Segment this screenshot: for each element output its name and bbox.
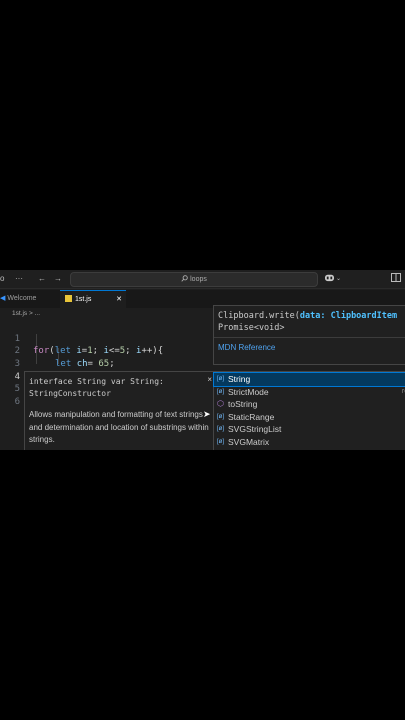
divider — [214, 337, 405, 338]
copilot-icon[interactable] — [324, 273, 335, 284]
suggestion-item[interactable]: [ø] StaticRange — [214, 411, 405, 424]
copilot-chevron-icon[interactable]: ⌄ — [336, 275, 341, 282]
tab-welcome[interactable]: ◀ Welcome — [0, 290, 58, 308]
suggestion-label: StrictMode — [228, 386, 269, 397]
js-file-icon — [65, 295, 72, 302]
method-icon: ⬡ — [217, 399, 224, 408]
suggestion-label: String — [228, 374, 251, 384]
hover-description: Allows manipulation and formatting of te… — [29, 410, 209, 444]
variable-icon: [ø] — [217, 413, 224, 420]
title-bar: o ··· ← → loops ⌄ — [0, 270, 405, 289]
suggestion-label: StaticRange — [228, 411, 275, 422]
layout-icon[interactable] — [391, 273, 401, 284]
editor-window: o ··· ← → loops ⌄ ◀ Welcome 1st.js ✕ 1st.… — [0, 270, 405, 450]
breadcrumb[interactable]: 1st.js > ... — [12, 310, 40, 317]
suggestion-label: SVGStringList — [228, 424, 282, 434]
parameter-signature: Clipboard.write(data: ClipboardItem Promi… — [218, 310, 397, 334]
close-icon[interactable]: × — [207, 375, 212, 384]
hover-documentation: interface String var String: StringConst… — [24, 371, 217, 450]
variable-icon: [ø] — [217, 388, 224, 395]
variable-icon: [ø] — [217, 376, 224, 382]
close-icon[interactable]: ✕ — [116, 291, 122, 309]
more-icon[interactable]: ··· — [15, 274, 23, 283]
suggestion-label: SVGMatrix — [228, 436, 270, 447]
suggestion-label: toString — [228, 399, 258, 409]
mouse-cursor-icon: ➤ — [203, 409, 211, 419]
vscode-icon: ◀ — [0, 295, 6, 302]
suggestion-item[interactable]: ⬡ toString — [214, 398, 405, 411]
search-icon — [181, 275, 188, 282]
title-left-text: o — [0, 274, 5, 283]
variable-icon: [ø] — [217, 426, 224, 432]
back-arrow-icon[interactable]: ← — [38, 274, 46, 283]
suggestion-item[interactable]: [ø] SVGStringList — [214, 423, 405, 436]
forward-arrow-icon[interactable]: → — [54, 274, 62, 283]
command-search-box[interactable]: loops — [70, 272, 318, 287]
mdn-reference-link[interactable]: MDN Reference — [218, 343, 275, 352]
suggestion-list: [ø] String [ø] StrictMode rea ⬡ toString… — [213, 371, 405, 450]
tab-1st-js[interactable]: 1st.js ✕ — [60, 290, 126, 309]
search-text: loops — [190, 276, 207, 283]
suggestion-item[interactable]: [ø] SVGMatrix — [214, 436, 405, 449]
hover-signature: interface String var String: StringConst… — [29, 377, 164, 398]
tab-label: Welcome — [7, 295, 37, 302]
variable-icon: [ø] — [217, 438, 224, 445]
suggestion-item[interactable]: [ø] StrictMode rea — [214, 386, 405, 399]
active-parameter: data: ClipboardItem — [299, 311, 398, 321]
signature-prefix: Clipboard.write( — [218, 311, 300, 321]
return-type: Promise<void> — [218, 323, 285, 333]
suggestion-item[interactable]: [ø] String — [213, 372, 405, 387]
line-number: 6 — [14, 397, 20, 408]
parameter-hint: Clipboard.write(data: ClipboardItem Promi… — [213, 305, 405, 365]
tab-label: 1st.js — [75, 296, 92, 303]
